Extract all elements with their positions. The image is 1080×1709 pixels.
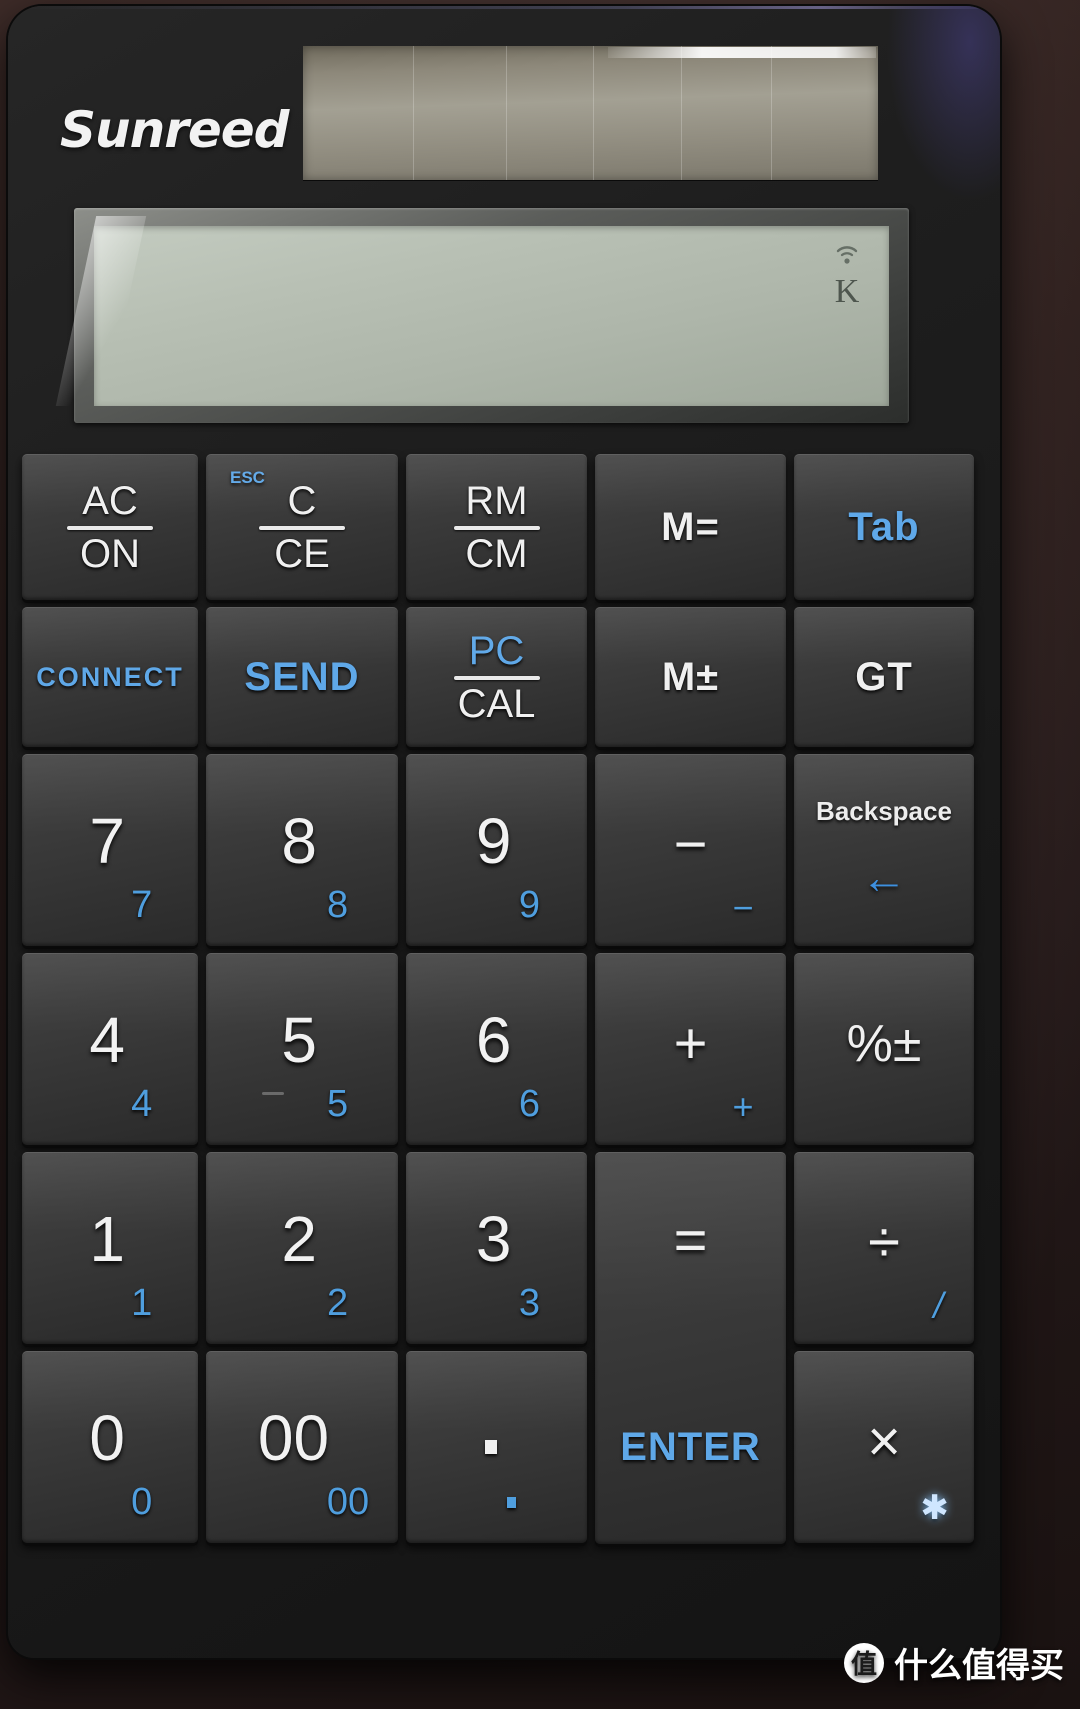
key-decimal-sub-dot: [507, 1497, 517, 1509]
key-m-plusminus[interactable]: M±: [595, 607, 786, 747]
key-send[interactable]: SEND: [206, 607, 398, 747]
key-tab[interactable]: Tab: [794, 454, 974, 600]
key-9-labels: 9 9: [475, 805, 540, 926]
key-minus[interactable]: − −: [595, 754, 786, 946]
lcd-bezel: K: [55, 208, 909, 423]
solar-cell-divider: [593, 46, 594, 180]
key-1[interactable]: 1 1: [22, 1152, 198, 1344]
edge-light-reflection: [886, 6, 1000, 202]
key-4[interactable]: 4 4: [22, 953, 198, 1145]
wireless-signal-icon: [827, 240, 867, 274]
key-2-labels: 2 2: [281, 1203, 349, 1324]
key-backspace-label: Backspace: [816, 796, 952, 827]
key-percent-plusminus[interactable]: %±: [794, 953, 974, 1145]
key-send-label: SEND: [244, 654, 360, 699]
keypad-row-3: 7 7 8 8 9 9 − − Backspace ←: [22, 754, 986, 946]
solar-cell-divider: [771, 46, 772, 180]
key-gt[interactable]: GT: [794, 607, 974, 747]
key-decimal-main-dot: [485, 1440, 498, 1454]
key-plus-labels: + +: [673, 1011, 754, 1127]
key-5[interactable]: 5 5: [206, 953, 398, 1145]
solar-panel-highlight: [608, 47, 876, 58]
key-rm-cm[interactable]: RM CM: [406, 454, 587, 600]
key-divide[interactable]: ÷ /: [794, 1152, 974, 1344]
key-m-plusminus-label: M±: [661, 654, 720, 699]
key-connect-label: CONNECT: [36, 661, 184, 692]
key-ac-on-label: AC ON: [67, 481, 153, 574]
key-rm-cm-label: RM CM: [453, 481, 540, 574]
screenshot-root: Sunreed K AC ON ESC C CE RM CM M= Tab CO…: [0, 0, 1080, 1709]
keypad-row-6: 0 0 00 00 × ✱: [22, 1351, 986, 1543]
key-4-labels: 4 4: [89, 1004, 153, 1125]
key-0-labels: 0 0: [89, 1402, 153, 1523]
watermark-text: 什么值得买: [894, 1646, 1064, 1686]
key-6-labels: 6 6: [475, 1004, 540, 1125]
keypad-row-4: 4 4 5 5 6 6 + + %±: [22, 953, 986, 1145]
key-8-labels: 8 8: [281, 805, 349, 926]
key-percent-plusminus-labels: %±: [846, 1015, 922, 1074]
solar-cell-divider: [681, 46, 682, 180]
lcd-display: K: [55, 216, 889, 406]
key-00[interactable]: 00 00: [206, 1351, 398, 1543]
keypad: AC ON ESC C CE RM CM M= Tab CONNECT SEND…: [22, 454, 986, 1649]
key-0[interactable]: 0 0: [22, 1351, 198, 1543]
lcd-indicator-group: K: [827, 240, 867, 310]
key-m-equals[interactable]: M=: [595, 454, 786, 600]
fraction-bar: [67, 525, 153, 530]
key-connect[interactable]: CONNECT: [22, 607, 198, 747]
asterisk-icon: ✱: [920, 1488, 949, 1527]
key-1-labels: 1 1: [89, 1203, 153, 1324]
key-2[interactable]: 2 2: [206, 1152, 398, 1344]
key-tab-label: Tab: [848, 504, 920, 549]
key-3-labels: 3 3: [475, 1203, 540, 1324]
key-plus[interactable]: + +: [595, 953, 786, 1145]
key-multiply[interactable]: × ✱: [794, 1351, 974, 1543]
watermark-badge: 值: [844, 1642, 884, 1683]
solar-panel: [303, 46, 878, 180]
key-ac-on[interactable]: AC ON: [22, 454, 198, 600]
key-00-labels: 00 00: [257, 1402, 370, 1523]
key-pc-cal[interactable]: PC CAL: [406, 607, 587, 747]
key-pc-cal-label: PC CAL: [453, 631, 540, 724]
key-7[interactable]: 7 7: [22, 754, 198, 946]
key-backspace[interactable]: Backspace ←: [794, 754, 974, 946]
fraction-bar: [453, 675, 540, 680]
keypad-row-2: CONNECT SEND PC CAL M± GT: [22, 607, 986, 747]
calculator-device: Sunreed K AC ON ESC C CE RM CM M= Tab CO…: [8, 6, 1000, 1658]
fraction-bar: [453, 525, 540, 530]
keypad-row-5: 1 1 2 2 3 3 = ÷ /: [22, 1152, 986, 1544]
equals-key-spacer: [595, 1351, 786, 1543]
key-c-ce-label: C CE: [259, 481, 345, 574]
backspace-arrow-icon: ←: [861, 850, 907, 903]
key-6[interactable]: 6 6: [406, 953, 587, 1145]
solar-cell-divider: [413, 46, 414, 180]
key-7-labels: 7 7: [89, 805, 153, 926]
key-9[interactable]: 9 9: [406, 754, 587, 946]
fraction-bar: [259, 525, 345, 530]
key-divide-labels: ÷ /: [868, 1210, 944, 1326]
home-key-tactile-mark: [261, 1092, 284, 1096]
brand-logo: Sunreed: [60, 101, 289, 159]
keypad-row-1: AC ON ESC C CE RM CM M= Tab: [22, 454, 986, 600]
key-c-ce[interactable]: ESC C CE: [206, 454, 398, 600]
key-minus-labels: − −: [673, 812, 754, 928]
key-5-labels: 5 5: [206, 953, 398, 1145]
memory-k-indicator: K: [834, 273, 860, 310]
key-3[interactable]: 3 3: [406, 1152, 587, 1344]
key-m-equals-label: M=: [661, 504, 720, 549]
solar-cell-divider: [506, 46, 507, 180]
key-esc-badge: ESC: [230, 468, 265, 487]
site-watermark: 值 什么值得买: [844, 1638, 1064, 1687]
key-8[interactable]: 8 8: [206, 754, 398, 946]
key-gt-label: GT: [855, 654, 913, 699]
key-decimal[interactable]: [406, 1351, 587, 1543]
lcd-glare: [55, 216, 147, 406]
